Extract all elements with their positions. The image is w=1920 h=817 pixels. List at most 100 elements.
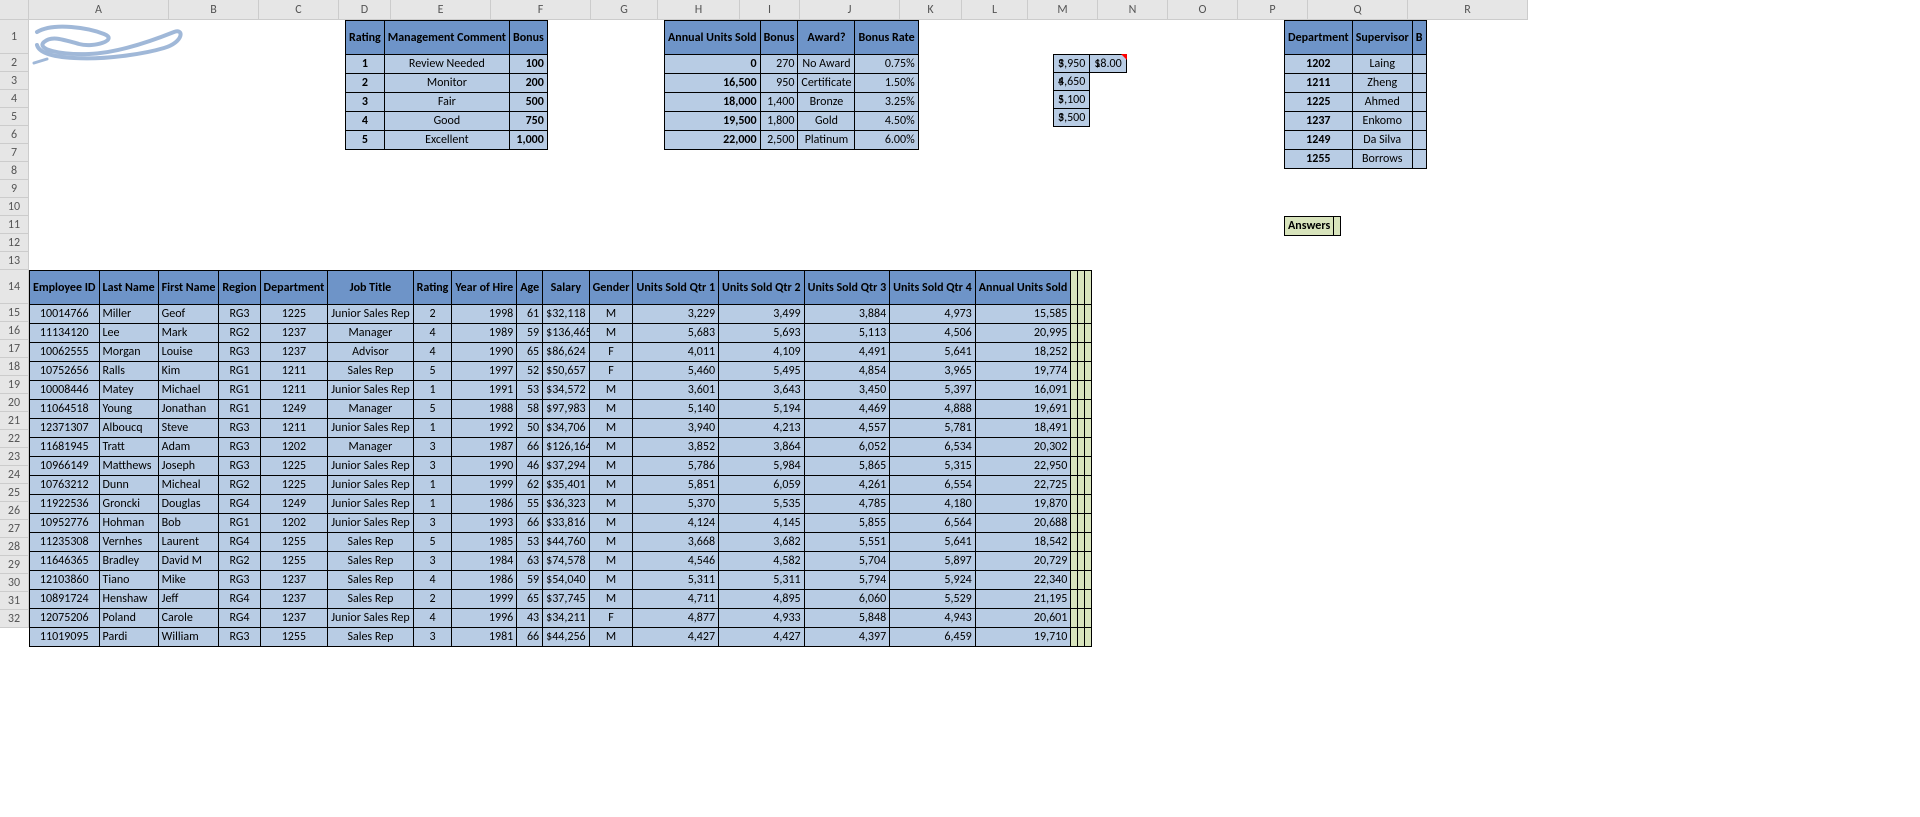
money-cell[interactable]: $3,500 xyxy=(1054,109,1090,127)
data-cell[interactable]: 1225 xyxy=(260,457,328,476)
data-cell[interactable]: Kim xyxy=(158,362,219,381)
data-cell[interactable]: 20,729 xyxy=(975,552,1071,571)
answer-cell[interactable] xyxy=(1071,476,1078,495)
column-header-Q[interactable]: Q xyxy=(1308,0,1408,19)
data-cell[interactable]: 22,725 xyxy=(975,476,1071,495)
rating-bonus[interactable]: 1,000 xyxy=(509,131,547,150)
data-cell[interactable]: 3,499 xyxy=(719,305,805,324)
data-cell[interactable]: 5,704 xyxy=(804,552,890,571)
money-cell[interactable]: $18.00 xyxy=(1090,55,1126,73)
data-cell[interactable]: 12103860 xyxy=(30,571,100,590)
data-cell[interactable]: Young xyxy=(99,400,158,419)
data-cell[interactable]: 5,851 xyxy=(633,476,719,495)
data-cell[interactable]: 1 xyxy=(413,419,452,438)
data-cell[interactable]: Geof xyxy=(158,305,219,324)
data-cell[interactable]: F xyxy=(589,343,633,362)
data-cell[interactable]: 52 xyxy=(517,362,543,381)
row-header-9[interactable]: 9 xyxy=(0,180,28,198)
data-cell[interactable]: RG3 xyxy=(219,628,260,647)
units-bonus[interactable]: 2,500 xyxy=(760,131,798,150)
data-cell[interactable]: M xyxy=(589,495,633,514)
answer-cell[interactable] xyxy=(1078,381,1085,400)
data-cell[interactable]: 12075206 xyxy=(30,609,100,628)
data-cell[interactable]: Manager xyxy=(328,400,413,419)
units-annual[interactable]: 18,000 xyxy=(665,93,761,112)
dept-supervisor[interactable]: Zheng xyxy=(1352,74,1412,93)
data-cell[interactable]: Groncki xyxy=(99,495,158,514)
answer-cell[interactable] xyxy=(1085,476,1092,495)
row-header-25[interactable]: 25 xyxy=(0,484,28,502)
answer-cell[interactable] xyxy=(1085,324,1092,343)
answer-cell[interactable] xyxy=(1085,381,1092,400)
data-cell[interactable]: 1237 xyxy=(260,343,328,362)
row-header-20[interactable]: 20 xyxy=(0,394,28,412)
answer-cell[interactable] xyxy=(1071,495,1078,514)
data-cell[interactable]: 1249 xyxy=(260,400,328,419)
rating-cell[interactable]: 4 xyxy=(346,112,385,131)
data-cell[interactable]: Ralls xyxy=(99,362,158,381)
data-cell[interactable]: RG1 xyxy=(219,514,260,533)
rating-cell[interactable]: 5 xyxy=(346,131,385,150)
data-cell[interactable]: 2 xyxy=(413,590,452,609)
column-header-A[interactable]: A xyxy=(29,0,169,19)
column-header-C[interactable]: C xyxy=(259,0,339,19)
data-cell[interactable]: RG4 xyxy=(219,590,260,609)
data-cell[interactable]: M xyxy=(589,381,633,400)
answer-cell[interactable] xyxy=(1071,514,1078,533)
data-cell[interactable]: 1993 xyxy=(452,514,517,533)
data-cell[interactable]: 58 xyxy=(517,400,543,419)
data-cell[interactable]: 66 xyxy=(517,514,543,533)
data-cell[interactable]: 5,551 xyxy=(804,533,890,552)
row-header-30[interactable]: 30 xyxy=(0,574,28,592)
data-cell[interactable]: RG2 xyxy=(219,324,260,343)
data-cell[interactable]: F xyxy=(589,609,633,628)
dept-header-dept[interactable]: Department xyxy=(1285,21,1353,55)
answer-cell[interactable] xyxy=(1078,324,1085,343)
main-header[interactable]: Rating xyxy=(413,271,452,305)
column-header-F[interactable]: F xyxy=(491,0,591,19)
data-cell[interactable]: 65 xyxy=(517,343,543,362)
data-cell[interactable]: 1985 xyxy=(452,533,517,552)
data-cell[interactable]: 5,693 xyxy=(719,324,805,343)
data-cell[interactable]: Joseph xyxy=(158,457,219,476)
answer-cell[interactable] xyxy=(1071,609,1078,628)
data-cell[interactable]: 5,140 xyxy=(633,400,719,419)
answer-cell[interactable] xyxy=(1071,533,1078,552)
data-cell[interactable]: 1987 xyxy=(452,438,517,457)
data-cell[interactable]: $44,256 xyxy=(543,628,590,647)
data-cell[interactable]: 5,397 xyxy=(890,381,976,400)
answer-cell[interactable] xyxy=(1071,343,1078,362)
rating-header-rating[interactable]: Rating xyxy=(346,21,385,55)
data-cell[interactable]: Adam xyxy=(158,438,219,457)
data-cell[interactable]: $36,323 xyxy=(543,495,590,514)
data-cell[interactable]: RG1 xyxy=(219,400,260,419)
dept-code[interactable]: 1202 xyxy=(1285,55,1353,74)
data-cell[interactable]: Sales Rep xyxy=(328,533,413,552)
data-cell[interactable]: $126,164 xyxy=(543,438,590,457)
dept-supervisor[interactable]: Enkomo xyxy=(1352,112,1412,131)
data-cell[interactable]: 20,601 xyxy=(975,609,1071,628)
data-cell[interactable]: 1202 xyxy=(260,438,328,457)
data-cell[interactable]: M xyxy=(589,476,633,495)
data-cell[interactable]: 10014766 xyxy=(30,305,100,324)
data-cell[interactable]: Alboucq xyxy=(99,419,158,438)
answer-header-cell[interactable] xyxy=(1071,271,1078,305)
units-award[interactable]: Certificate xyxy=(798,74,855,93)
data-cell[interactable]: 11646365 xyxy=(30,552,100,571)
answer-cell[interactable] xyxy=(1078,571,1085,590)
data-cell[interactable]: Jonathan xyxy=(158,400,219,419)
data-cell[interactable]: Junior Sales Rep xyxy=(328,419,413,438)
answer-cell[interactable] xyxy=(1085,438,1092,457)
data-cell[interactable]: 4 xyxy=(413,609,452,628)
data-cell[interactable]: David M xyxy=(158,552,219,571)
main-header[interactable]: Age xyxy=(517,271,543,305)
data-cell[interactable]: RG4 xyxy=(219,495,260,514)
units-rate[interactable]: 3.25% xyxy=(855,93,918,112)
data-cell[interactable]: 4,546 xyxy=(633,552,719,571)
money-cell[interactable]: $5,100 xyxy=(1054,91,1090,109)
dept-supervisor[interactable]: Da Silva xyxy=(1352,131,1412,150)
column-header-E[interactable]: E xyxy=(391,0,491,19)
data-cell[interactable]: Junior Sales Rep xyxy=(328,609,413,628)
data-cell[interactable]: Mark xyxy=(158,324,219,343)
data-cell[interactable]: RG3 xyxy=(219,419,260,438)
